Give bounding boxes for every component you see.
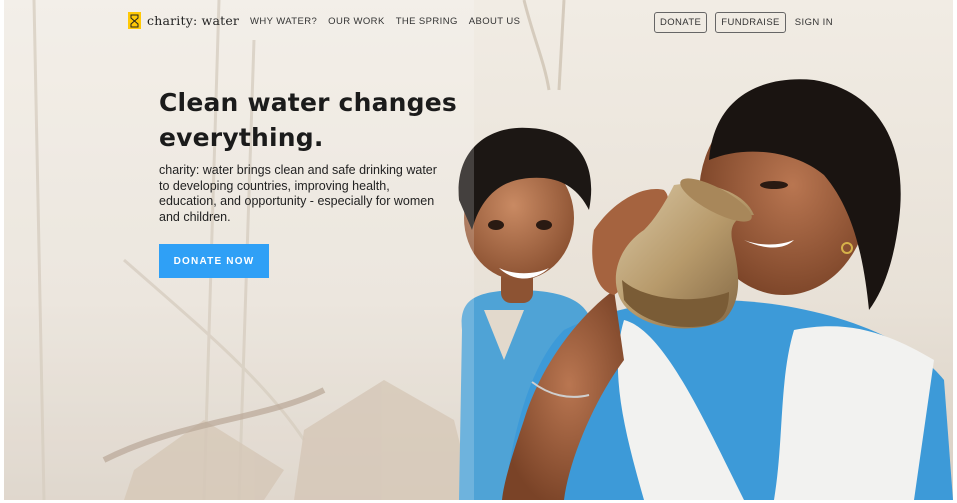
- hero-description: charity: water brings clean and safe dri…: [159, 163, 437, 224]
- donate-button[interactable]: DONATE: [654, 12, 708, 33]
- nav-item-our-work[interactable]: OUR WORK: [328, 16, 385, 27]
- nav-item-about-us[interactable]: ABOUT US: [469, 16, 521, 27]
- nav-item-the-spring[interactable]: THE SPRING: [396, 16, 458, 27]
- sign-in-link[interactable]: SIGN IN: [795, 17, 833, 28]
- hero-headline-line-2: everything.: [159, 123, 324, 152]
- logo-text: charity: water: [147, 13, 240, 28]
- donate-now-button[interactable]: DONATE NOW: [159, 244, 269, 278]
- page-frame: charity: water WHY WATER? OUR WORK THE S…: [4, 0, 953, 500]
- nav-item-why-water[interactable]: WHY WATER?: [250, 16, 317, 27]
- account-nav: DONATE FUNDRAISE SIGN IN: [654, 12, 833, 33]
- fundraise-button[interactable]: FUNDRAISE: [715, 12, 786, 33]
- jerry-can-icon: [128, 12, 141, 29]
- hero-photo: [4, 0, 953, 500]
- primary-nav: WHY WATER? OUR WORK THE SPRING ABOUT US: [250, 16, 520, 27]
- brand-logo[interactable]: charity: water: [128, 12, 239, 29]
- hero-headline: Clean water changes everything.: [159, 85, 469, 155]
- hero-headline-line-1: Clean water changes: [159, 88, 457, 117]
